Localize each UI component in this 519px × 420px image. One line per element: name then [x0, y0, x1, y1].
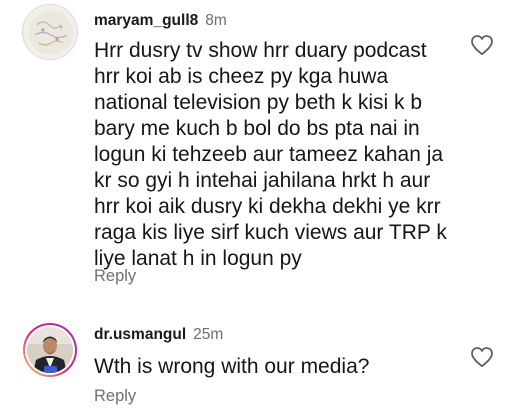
avatar-image — [23, 323, 77, 377]
comment-text-line: hrr koi ab is cheez py kga huwa — [94, 65, 389, 88]
comment-timestamp: 25m — [193, 326, 224, 343]
avatar[interactable] — [22, 322, 78, 378]
comment-meta: dr.usmangul 25m — [94, 324, 223, 346]
comment-text: Hrr dusry tv show hrr duary podcast hrr … — [94, 38, 454, 272]
heart-outline-icon — [471, 35, 493, 56]
comment-text-line: raga kis liye sirf kuch views aur TRP k — [94, 221, 447, 244]
like-button[interactable] — [470, 34, 494, 56]
heart-outline-icon — [471, 347, 493, 368]
comment-item: dr.usmangul 25m Wth is wrong with our med… — [0, 306, 519, 420]
comment-username[interactable]: maryam_gull8 — [94, 12, 198, 29]
comment-text-line: liye lanat h in logun py — [94, 247, 302, 270]
reply-button[interactable]: Reply — [94, 265, 136, 287]
comment-text-line: kr so gyi h intehai jahilana hrkt h aur — [94, 169, 431, 192]
comment-username[interactable]: dr.usmangul — [94, 326, 186, 343]
comment-timestamp: 8m — [205, 12, 227, 29]
comment-text: Wth is wrong with our media? — [94, 355, 370, 378]
comment-text-line: logun ki tehzeeb aur tameez kahan ja — [94, 143, 444, 166]
comment-text-line: hrr koi aik dusry ki dekha dekhi ye krr — [94, 195, 441, 218]
like-button[interactable] — [470, 346, 494, 368]
avatar[interactable] — [22, 4, 78, 60]
avatar-image — [23, 5, 77, 59]
comment-text-line: national television py beth k kisi k b — [94, 91, 423, 114]
comment-item: maryam_gull8 8m Hrr dusry tv show hrr dua… — [0, 0, 519, 300]
comment-text-line: Hrr dusry tv show hrr duary podcast — [94, 39, 427, 62]
comment-meta: maryam_gull8 8m — [94, 10, 227, 32]
reply-button[interactable]: Reply — [94, 385, 136, 407]
comment-text-line: bary me kuch b bol do bs pta nai in — [94, 117, 420, 140]
